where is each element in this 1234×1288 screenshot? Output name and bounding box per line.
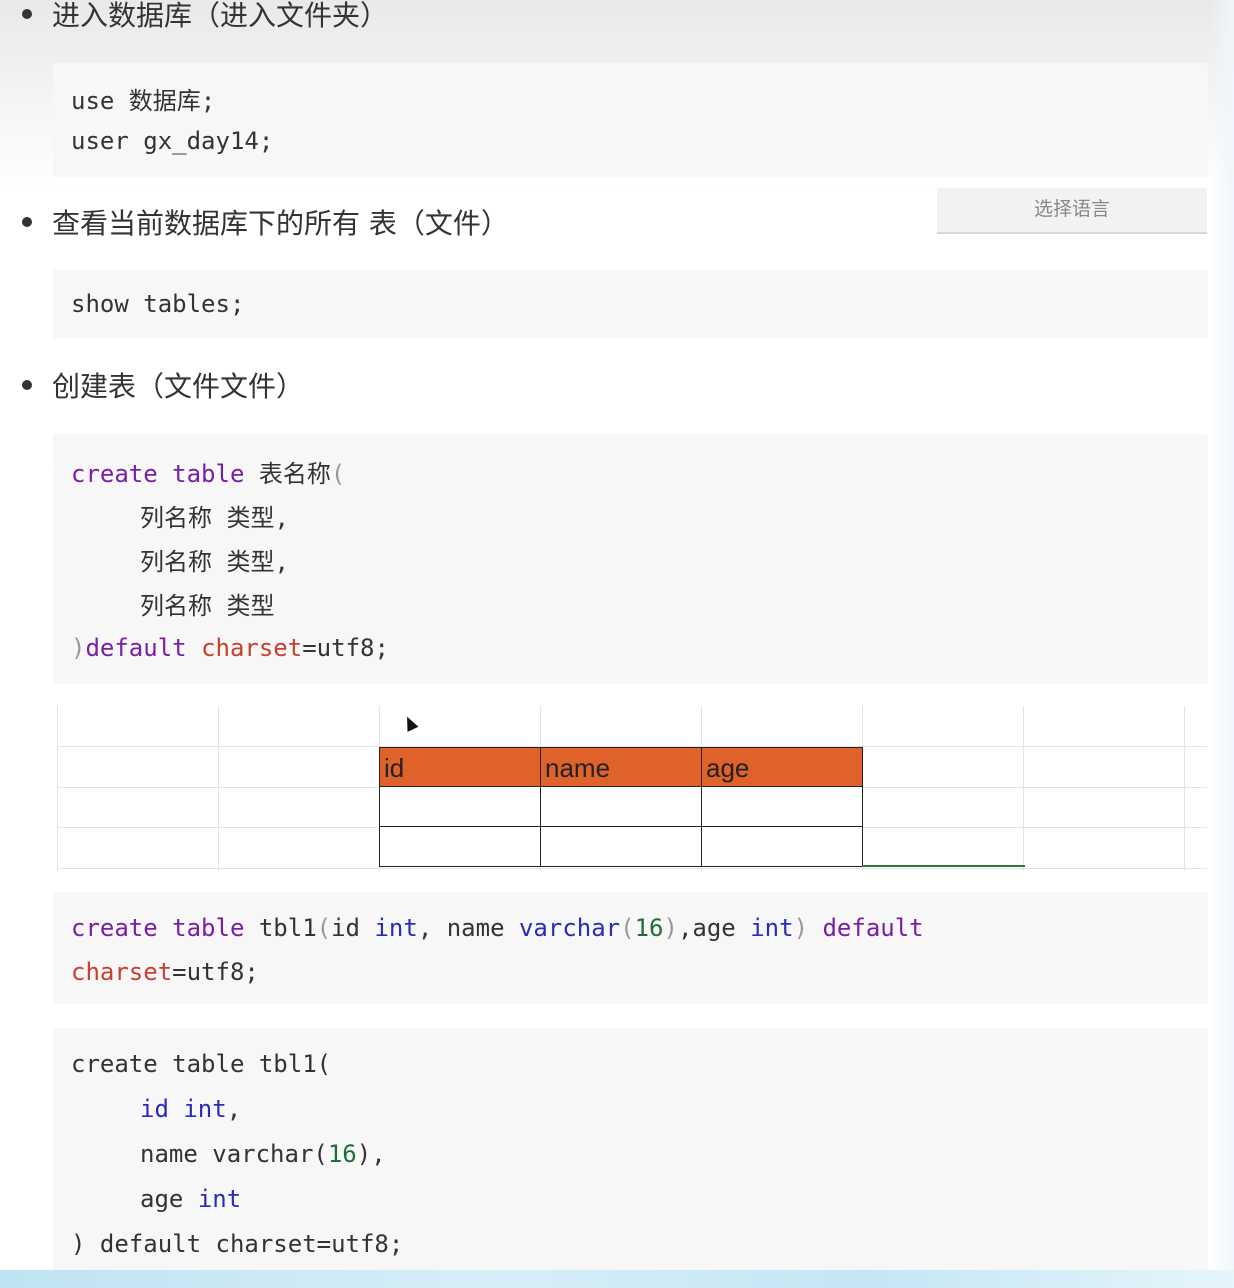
bullet-dot (22, 217, 32, 227)
bottom-banner-decoration (0, 1270, 1234, 1288)
code-block-use-db: use 数据库; user gx_day14; (53, 63, 1208, 177)
language-selector[interactable]: 选择语言 (937, 188, 1207, 234)
selection-marker (862, 865, 1025, 867)
spreadsheet-illustration: id name age (57, 706, 1207, 871)
code-line: ) default charset=utf8; (71, 1230, 404, 1258)
bullet-dot (22, 380, 32, 390)
right-edge-decoration (1210, 0, 1234, 1288)
section-heading-enter-db: 进入数据库（进入文件夹） (22, 0, 388, 36)
code-line: show tables; (71, 290, 245, 318)
code-line: name varchar(16), (140, 1140, 386, 1168)
code-line: id int, (140, 1095, 242, 1123)
code-block-create-tbl1-inline: create table tbl1(id int, name varchar(1… (53, 892, 1208, 1004)
table-header-name: name (540, 747, 702, 787)
code-line: )default charset=utf8; (71, 634, 389, 662)
table-cell (379, 827, 541, 867)
code-line: age int (140, 1185, 242, 1213)
code-block-create-template: create table 表名称( 列名称 类型, 列名称 类型, 列名称 类型… (53, 434, 1208, 684)
code-line: create table tbl1(id int, name varchar(1… (71, 914, 924, 942)
section-heading-show-tables: 查看当前数据库下的所有 表（文件） (22, 204, 509, 244)
table-header-id: id (379, 747, 541, 787)
bullet-dot (22, 9, 32, 19)
code-line: user gx_day14; (71, 127, 274, 155)
code-line: create table 表名称( (71, 460, 346, 488)
table-cell (540, 827, 702, 867)
code-line: 列名称 类型, (140, 548, 289, 576)
code-block-show-tables: show tables; (53, 270, 1208, 338)
code-line: create table tbl1( (71, 1050, 332, 1078)
table-header-age: age (701, 747, 863, 787)
table-cell (379, 787, 541, 827)
section-heading-create-table: 创建表（文件文件） (22, 367, 304, 407)
code-line: use 数据库; (71, 87, 216, 115)
table-cell (540, 787, 702, 827)
code-line: charset=utf8; (71, 958, 259, 986)
code-block-create-tbl1-multiline: create table tbl1( id int, name varchar(… (53, 1028, 1208, 1273)
code-line: 列名称 类型 (140, 592, 275, 620)
table-cell (701, 787, 863, 827)
table-cell (701, 827, 863, 867)
code-line: 列名称 类型, (140, 504, 289, 532)
